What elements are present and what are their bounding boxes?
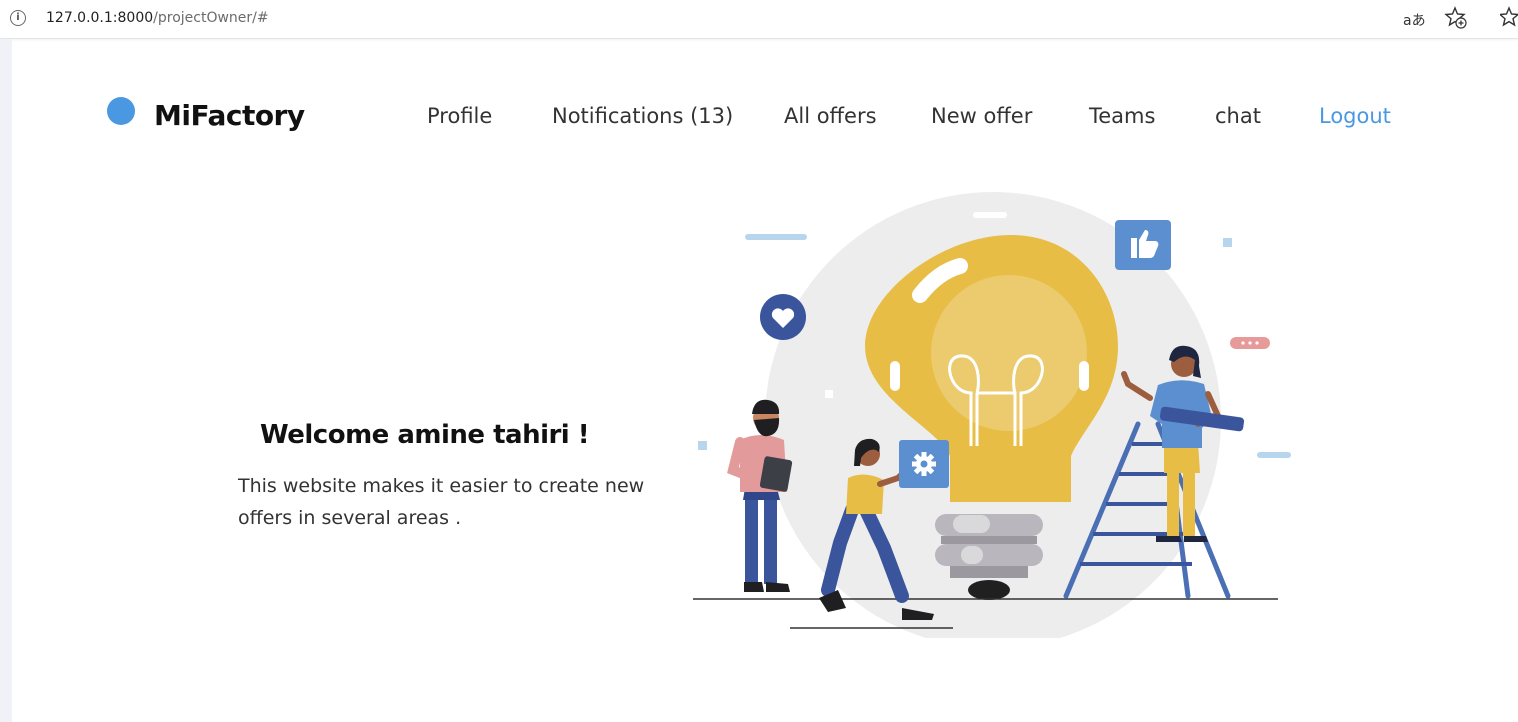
nav-new-offer[interactable]: New offer xyxy=(931,104,1032,128)
deco-dash xyxy=(973,212,1007,218)
url-host: 127.0.0.1:8000 xyxy=(46,10,154,26)
read-aloud-icon[interactable]: aあ xyxy=(1403,10,1426,30)
welcome-heading: Welcome amine tahiri ! xyxy=(260,420,590,450)
nav-notifications[interactable]: Notifications (13) xyxy=(552,104,733,128)
nav-logout[interactable]: Logout xyxy=(1319,104,1391,128)
address-url[interactable]: 127.0.0.1:8000/projectOwner/# xyxy=(46,10,269,26)
lightbulb-team-illustration xyxy=(693,192,1291,638)
deco-square xyxy=(698,441,707,450)
hero-description: This website makes it easier to create n… xyxy=(238,475,645,529)
deco-dash xyxy=(1257,452,1291,458)
info-icon[interactable]: i xyxy=(10,10,26,26)
brand-name[interactable]: MiFactory xyxy=(154,99,305,132)
star-plus-icon[interactable] xyxy=(1444,6,1468,30)
nav-all-offers[interactable]: All offers xyxy=(784,104,877,128)
browser-address-bar: i 127.0.0.1:8000/projectOwner/# aあ xyxy=(0,0,1518,39)
nav-chat[interactable]: chat xyxy=(1215,104,1261,128)
nav-profile[interactable]: Profile xyxy=(427,104,492,128)
page-left-gutter xyxy=(0,39,12,722)
deco-dash xyxy=(745,234,807,240)
brand-logo-dot[interactable] xyxy=(107,97,135,125)
favorites-icon[interactable] xyxy=(1500,6,1518,30)
deco-square xyxy=(1223,238,1232,247)
nav-teams[interactable]: Teams xyxy=(1089,104,1155,128)
deco-square xyxy=(825,390,833,398)
url-path: /projectOwner/# xyxy=(153,10,269,26)
